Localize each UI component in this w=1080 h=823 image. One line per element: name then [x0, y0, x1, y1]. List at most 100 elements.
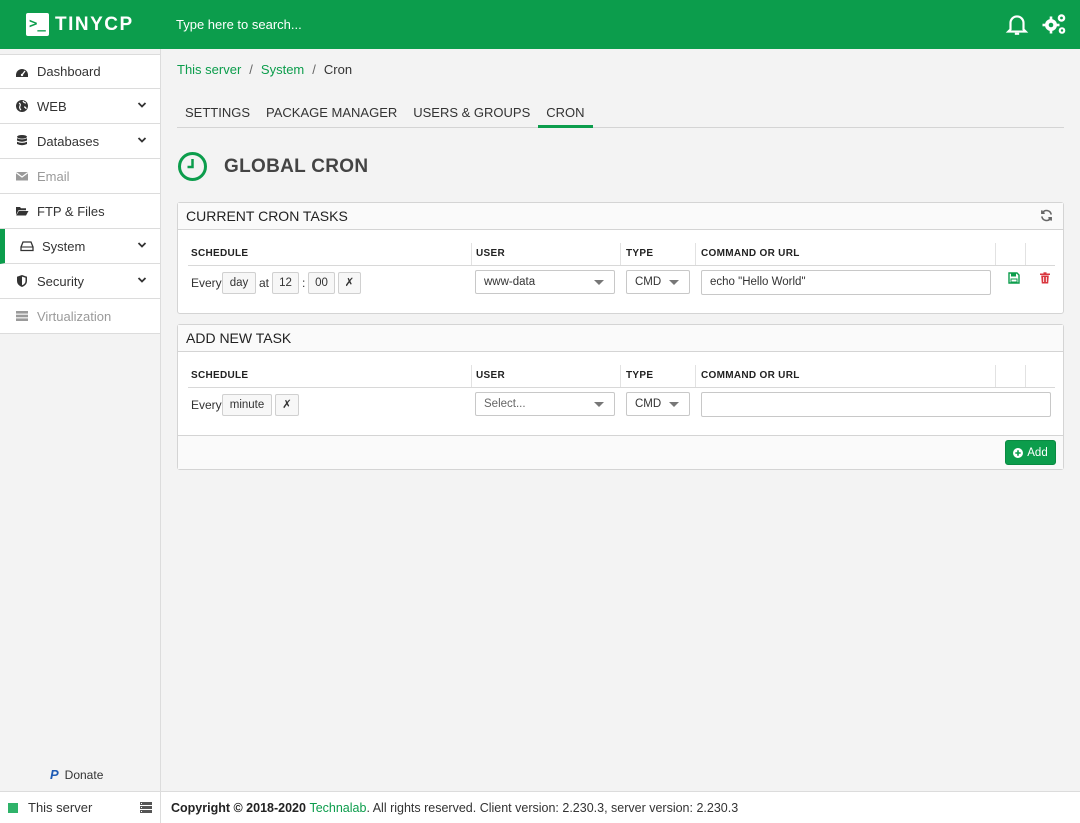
- chevron-down-icon: [137, 102, 147, 108]
- tab-bar: SETTINGS PACKAGE MANAGER USERS & GROUPS …: [177, 101, 1064, 128]
- trash-icon[interactable]: [1039, 272, 1051, 284]
- command-input[interactable]: [701, 392, 1051, 417]
- minute-input[interactable]: 00: [308, 272, 335, 294]
- user-select[interactable]: Select...: [475, 392, 615, 416]
- panel-title-text: ADD NEW TASK: [186, 330, 292, 346]
- save-icon[interactable]: [1008, 272, 1020, 284]
- sidebar-item-dashboard[interactable]: Dashboard: [0, 54, 160, 89]
- terminal-icon: >_: [26, 13, 49, 36]
- refresh-icon[interactable]: [1040, 209, 1053, 222]
- tab-settings[interactable]: SETTINGS: [177, 101, 258, 128]
- panel-title: ADD NEW TASK: [178, 325, 1063, 352]
- logo-text: TINYCP: [55, 13, 134, 35]
- panel-title-text: CURRENT CRON TASKS: [186, 208, 348, 224]
- column-divider: [1025, 243, 1026, 265]
- folder-open-icon: [16, 207, 29, 216]
- sidebar-item-label: Dashboard: [37, 64, 101, 79]
- dashboard-icon: [16, 68, 28, 77]
- column-header-schedule: SCHEDULE: [191, 370, 249, 381]
- sidebar-nav: Dashboard WEB Databases Email FTP & File…: [0, 54, 160, 334]
- current-cron-tasks-panel: CURRENT CRON TASKS SCHEDULE USER TYPE CO…: [177, 202, 1064, 314]
- column-divider: [695, 365, 696, 387]
- tab-package-manager[interactable]: PACKAGE MANAGER: [258, 101, 405, 128]
- bell-icon[interactable]: [1004, 11, 1030, 37]
- caret-down-icon: [669, 280, 679, 285]
- column-divider: [620, 243, 621, 265]
- chevron-down-icon: [137, 242, 147, 248]
- database-icon: [17, 135, 27, 146]
- sidebar-item-web[interactable]: WEB: [0, 89, 160, 124]
- caret-down-icon: [669, 402, 679, 407]
- column-header-type: TYPE: [626, 370, 654, 381]
- donate-link[interactable]: P Donate: [50, 767, 103, 782]
- search-input[interactable]: [170, 10, 770, 38]
- panel-footer: [178, 435, 1063, 469]
- chevron-down-icon: [137, 137, 147, 143]
- breadcrumb-this-server[interactable]: This server: [177, 62, 241, 77]
- copyright-text: Copyright © 2018-2020: [171, 800, 306, 815]
- sidebar-item-security[interactable]: Security: [0, 264, 160, 299]
- tab-cron[interactable]: CRON: [538, 101, 593, 128]
- clock-icon: [178, 152, 207, 181]
- company-link[interactable]: Technalab: [309, 801, 366, 815]
- sidebar-item-ftp-files[interactable]: FTP & Files: [0, 194, 160, 229]
- clear-schedule-button[interactable]: ✗: [338, 272, 361, 294]
- breadcrumb-current: Cron: [323, 62, 353, 77]
- page-footer: Copyright © 2018-2020 Technalab. All rig…: [161, 791, 1080, 823]
- logo[interactable]: >_ TINYCP: [0, 0, 160, 49]
- hour-input[interactable]: 12: [272, 272, 299, 294]
- server-status-indicator: [8, 802, 18, 813]
- user-select[interactable]: www-data: [475, 270, 615, 294]
- breadcrumb-system[interactable]: System: [261, 62, 304, 77]
- clear-schedule-button[interactable]: ✗: [275, 394, 299, 416]
- column-divider: [471, 243, 472, 265]
- paypal-icon: P: [50, 767, 59, 782]
- breadcrumb: This server / System / Cron: [177, 62, 352, 77]
- server-icon: [16, 311, 28, 321]
- add-new-task-panel: ADD NEW TASK SCHEDULE USER TYPE COMMAND …: [177, 324, 1064, 470]
- tab-users-groups[interactable]: USERS & GROUPS: [405, 101, 538, 128]
- sidebar-item-label: System: [42, 238, 86, 254]
- sidebar-item-label: Security: [37, 273, 84, 289]
- period-select[interactable]: day: [222, 272, 256, 294]
- hdd-icon: [20, 241, 34, 252]
- caret-down-icon: [594, 402, 604, 407]
- sidebar-item-label: Virtualization: [37, 308, 112, 324]
- sidebar-item-label: WEB: [37, 98, 67, 114]
- donate-label: Donate: [64, 767, 104, 782]
- page-header: GLOBAL CRON: [177, 151, 368, 182]
- add-task-button[interactable]: Add: [1005, 440, 1056, 465]
- server-label: This server: [28, 800, 93, 815]
- at-label: at: [259, 276, 270, 290]
- column-divider: [471, 365, 472, 387]
- column-header-type: TYPE: [626, 248, 654, 259]
- sidebar-item-databases[interactable]: Databases: [0, 124, 160, 159]
- server-list-icon[interactable]: [140, 802, 152, 813]
- column-header-user: USER: [476, 370, 505, 381]
- table-header-divider: [188, 387, 1055, 388]
- time-colon: :: [302, 276, 306, 290]
- page-title: GLOBAL CRON: [224, 155, 369, 177]
- column-header-command: COMMAND OR URL: [701, 248, 800, 259]
- gears-icon[interactable]: [1042, 11, 1068, 37]
- breadcrumb-separator: /: [312, 62, 316, 77]
- column-divider: [995, 365, 996, 387]
- sidebar: Dashboard WEB Databases Email FTP & File…: [0, 49, 161, 823]
- sidebar-item-email: Email: [0, 159, 160, 194]
- type-select[interactable]: CMD: [626, 270, 690, 294]
- type-select[interactable]: CMD: [626, 392, 690, 416]
- add-button-label: Add: [1027, 446, 1048, 459]
- server-selector[interactable]: This server: [0, 791, 160, 823]
- globe-icon: [16, 100, 28, 112]
- table-header-divider: [188, 265, 1055, 266]
- period-select[interactable]: minute: [222, 394, 272, 416]
- column-header-command: COMMAND OR URL: [701, 370, 800, 381]
- chevron-down-icon: [137, 277, 147, 283]
- type-select-value: CMD: [635, 398, 662, 410]
- command-input[interactable]: echo "Hello World": [701, 270, 991, 295]
- user-select-value: www-data: [484, 276, 536, 288]
- sidebar-item-system[interactable]: System: [0, 229, 160, 264]
- column-divider: [620, 365, 621, 387]
- caret-down-icon: [594, 280, 604, 285]
- column-divider: [995, 243, 996, 265]
